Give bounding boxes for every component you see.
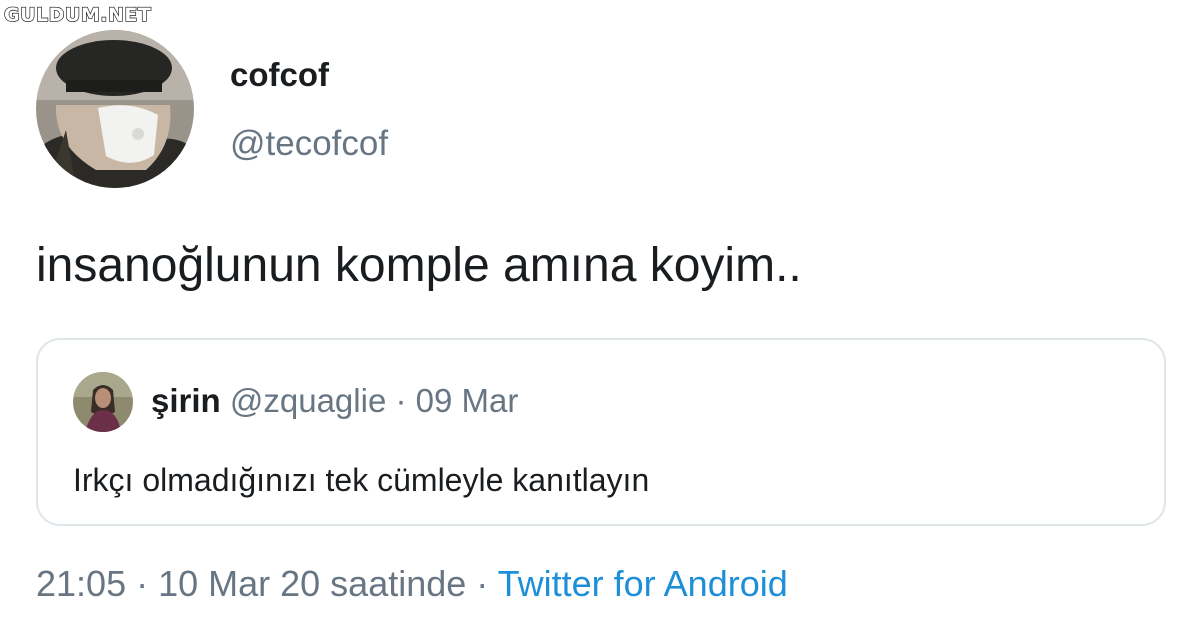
quoted-author-name[interactable]: şirin — [151, 382, 221, 419]
quoted-tweet-text: Irkçı olmadığınızı tek cümleyle kanıtlay… — [73, 462, 650, 498]
watermark-logo: GULDUM.NET — [3, 3, 152, 26]
quoted-author-avatar[interactable] — [73, 372, 133, 432]
footer-separator: · — [466, 563, 498, 604]
quoted-author-avatar-image — [73, 372, 133, 432]
author-display-name[interactable]: cofcof — [230, 56, 329, 94]
tweet-source-link[interactable]: Twitter for Android — [498, 563, 788, 604]
quoted-author-handle[interactable]: @zquaglie — [230, 382, 386, 419]
tweet-text: insanoğlunun komple amına koyim.. — [36, 239, 802, 292]
tweet-timestamp[interactable]: 21:05 · 10 Mar 20 saatinde — [36, 563, 466, 604]
tweet-footer: 21:05 · 10 Mar 20 saatinde · Twitter for… — [36, 563, 788, 605]
author-avatar-image — [36, 30, 194, 188]
author-handle[interactable]: @tecofcof — [230, 124, 388, 164]
author-avatar[interactable] — [36, 30, 194, 188]
quoted-tweet-date[interactable]: 09 Mar — [416, 382, 519, 419]
quoted-tweet-header: şirin @zquaglie · 09 Mar — [151, 382, 518, 420]
quoted-header-separator: · — [386, 382, 416, 419]
quoted-tweet-card[interactable]: şirin @zquaglie · 09 Mar Irkçı olmadığın… — [36, 338, 1166, 526]
